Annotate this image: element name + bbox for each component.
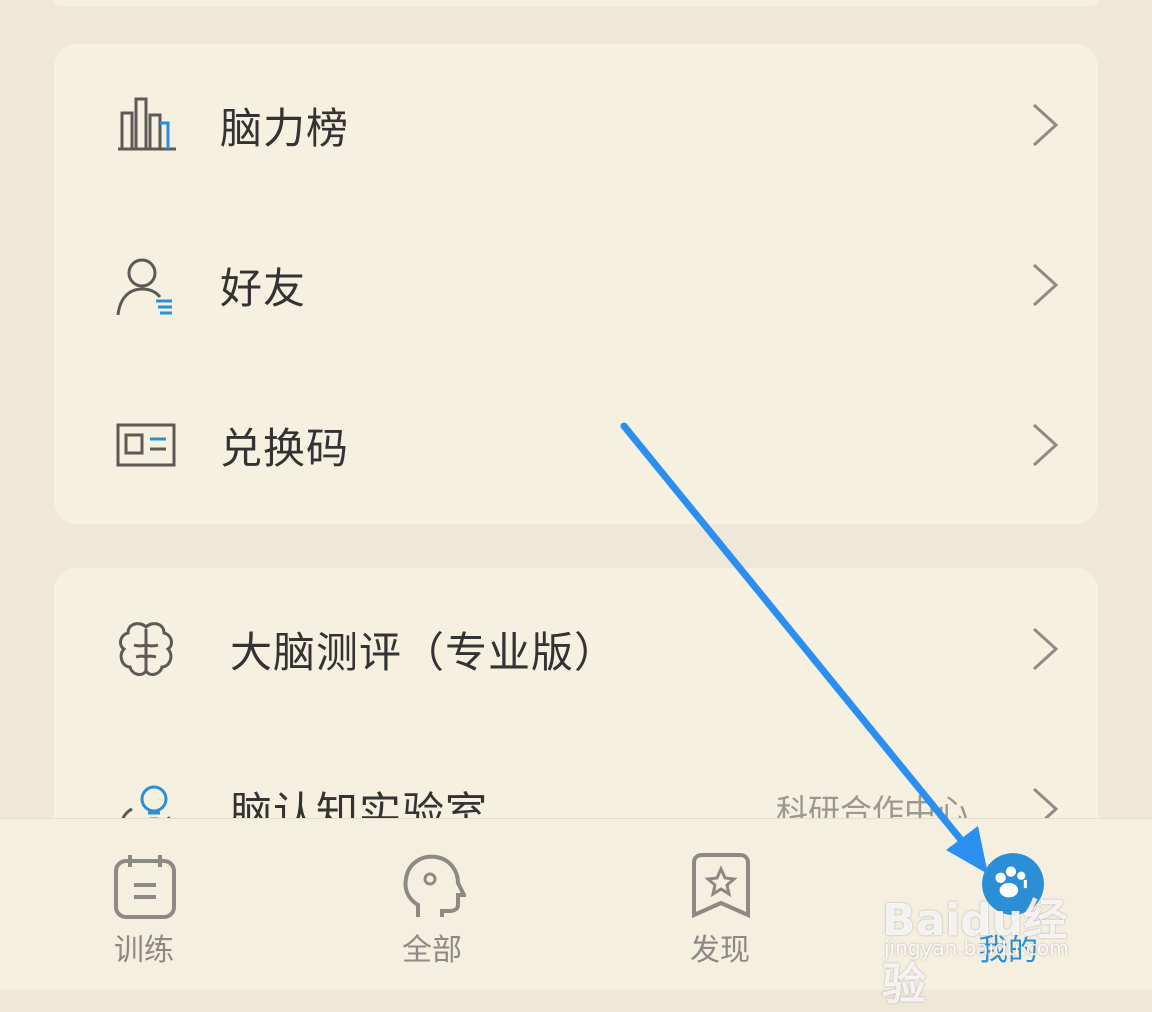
- menu-card-primary: 脑力榜 好友 兑换码: [54, 44, 1098, 524]
- menu-item-label: 好友: [220, 263, 307, 313]
- leaderboard-bar-chart-icon: [114, 93, 178, 157]
- bottom-tab-bar: 训练 全部 发现 我的: [0, 818, 1152, 990]
- tab-discover[interactable]: 发现: [620, 819, 820, 990]
- menu-item-label: 兑换码: [220, 423, 350, 473]
- chevron-right-icon: [1028, 261, 1062, 309]
- calendar-icon: [112, 851, 178, 921]
- menu-item-friends[interactable]: 好友: [54, 210, 1098, 360]
- star-bookmark-icon: [688, 851, 754, 921]
- menu-item-label: 脑力榜: [220, 103, 350, 153]
- tab-label: 全部: [402, 933, 462, 968]
- previous-card-edge: [54, 0, 1098, 6]
- menu-item-brain-assessment[interactable]: 大脑测评（专业版）: [54, 574, 1098, 724]
- tab-label: 训练: [114, 933, 174, 968]
- menu-item-leaderboard[interactable]: 脑力榜: [54, 50, 1098, 200]
- brain-icon: [114, 617, 178, 681]
- profile-paw-icon: [980, 849, 1044, 915]
- tab-label: 我的: [978, 933, 1038, 968]
- tab-all[interactable]: 全部: [332, 819, 532, 990]
- chevron-right-icon: [1028, 421, 1062, 469]
- tab-training[interactable]: 训练: [44, 819, 244, 990]
- tab-label: 发现: [690, 933, 750, 968]
- menu-item-label: 大脑测评（专业版）: [230, 627, 618, 677]
- chevron-right-icon: [1028, 101, 1062, 149]
- chevron-right-icon: [1028, 625, 1062, 673]
- friends-person-icon: [114, 253, 178, 317]
- redeem-code-card-icon: [114, 413, 178, 477]
- head-icon: [400, 851, 466, 921]
- tab-mine[interactable]: 我的: [908, 819, 1108, 990]
- menu-item-redeem-code[interactable]: 兑换码: [54, 370, 1098, 520]
